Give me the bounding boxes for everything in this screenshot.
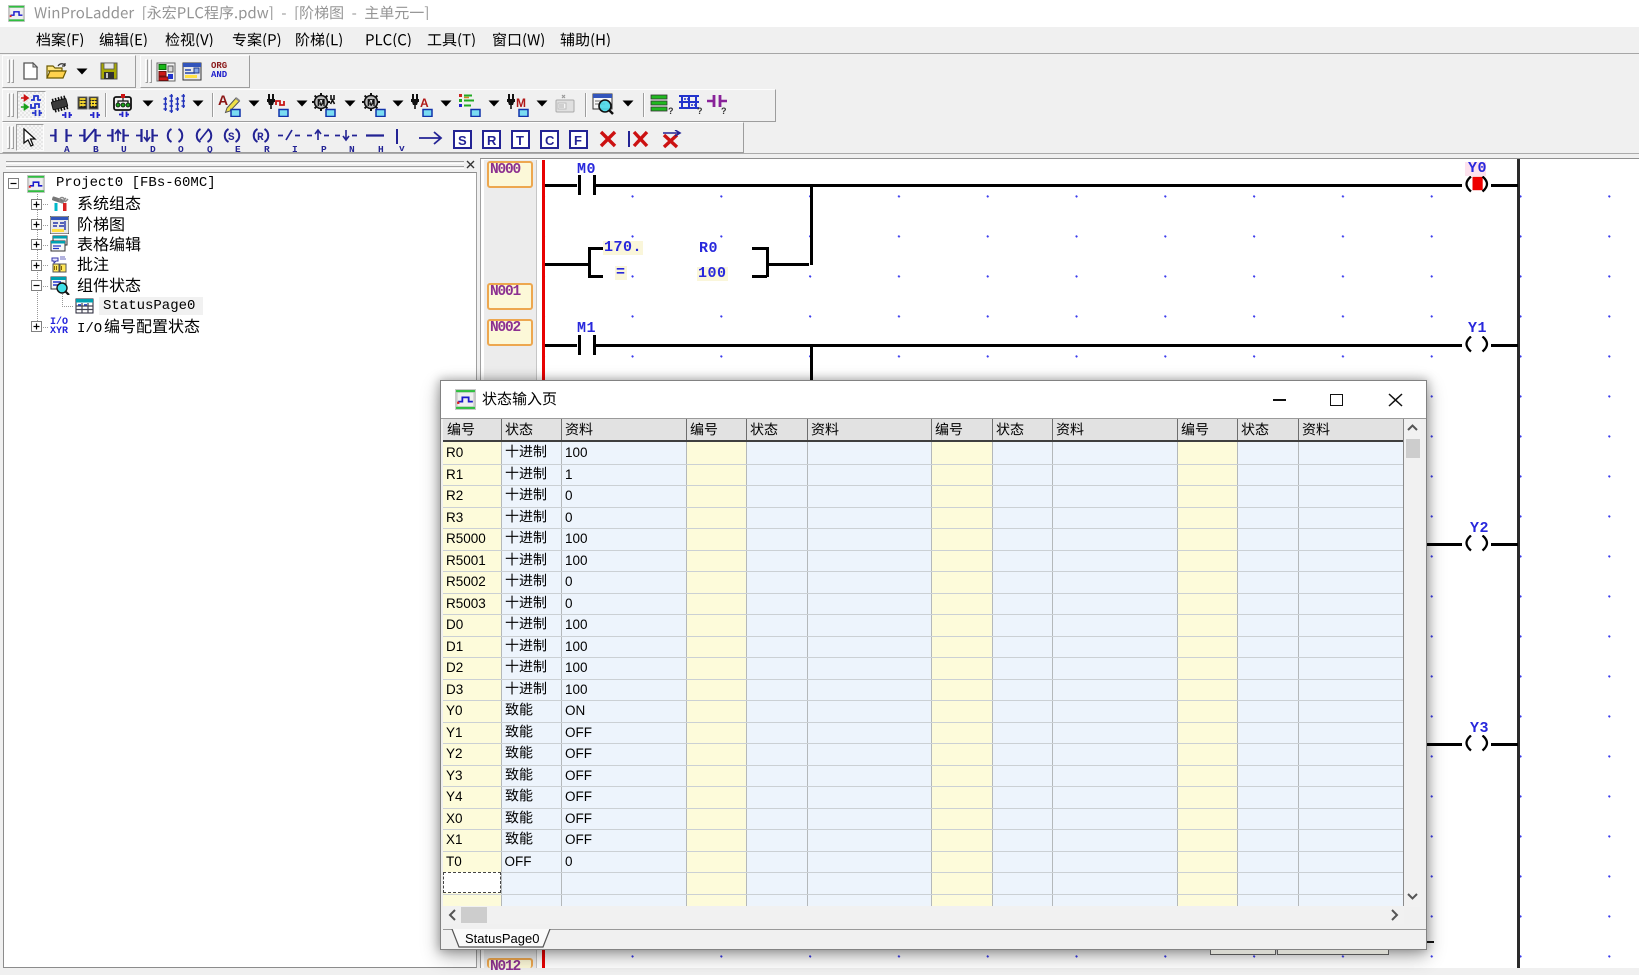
svg-text:?: ? <box>697 106 703 115</box>
svg-text:H: H <box>378 144 384 153</box>
svg-text:A: A <box>218 93 228 108</box>
svg-text:B: B <box>93 144 99 153</box>
svg-text:M: M <box>516 96 526 110</box>
svg-text:U: U <box>121 144 127 153</box>
svg-text:P: P <box>321 144 327 153</box>
svg-text:S: S <box>228 132 235 144</box>
svg-text:R: R <box>487 133 497 148</box>
svg-text:N: N <box>349 144 355 153</box>
svg-text:R: R <box>257 132 264 144</box>
svg-text:I: I <box>292 144 298 153</box>
svg-text:F: F <box>574 133 582 148</box>
svg-text:E: E <box>235 144 241 153</box>
svg-text:A: A <box>420 96 429 110</box>
svg-text:D: D <box>150 144 156 153</box>
svg-text:v: v <box>399 143 405 152</box>
svg-text:O: O <box>178 144 184 153</box>
svg-text:A: A <box>64 144 70 153</box>
svg-text:C: C <box>545 133 555 148</box>
svg-text:Q: Q <box>207 144 213 153</box>
svg-text:M: M <box>367 98 375 109</box>
svg-text:?: ? <box>721 106 727 115</box>
svg-text:T: T <box>516 133 524 148</box>
svg-text:?: ? <box>668 106 674 115</box>
svg-text:R: R <box>264 144 270 153</box>
svg-text:S: S <box>458 133 467 148</box>
svg-text:M: M <box>317 98 325 109</box>
